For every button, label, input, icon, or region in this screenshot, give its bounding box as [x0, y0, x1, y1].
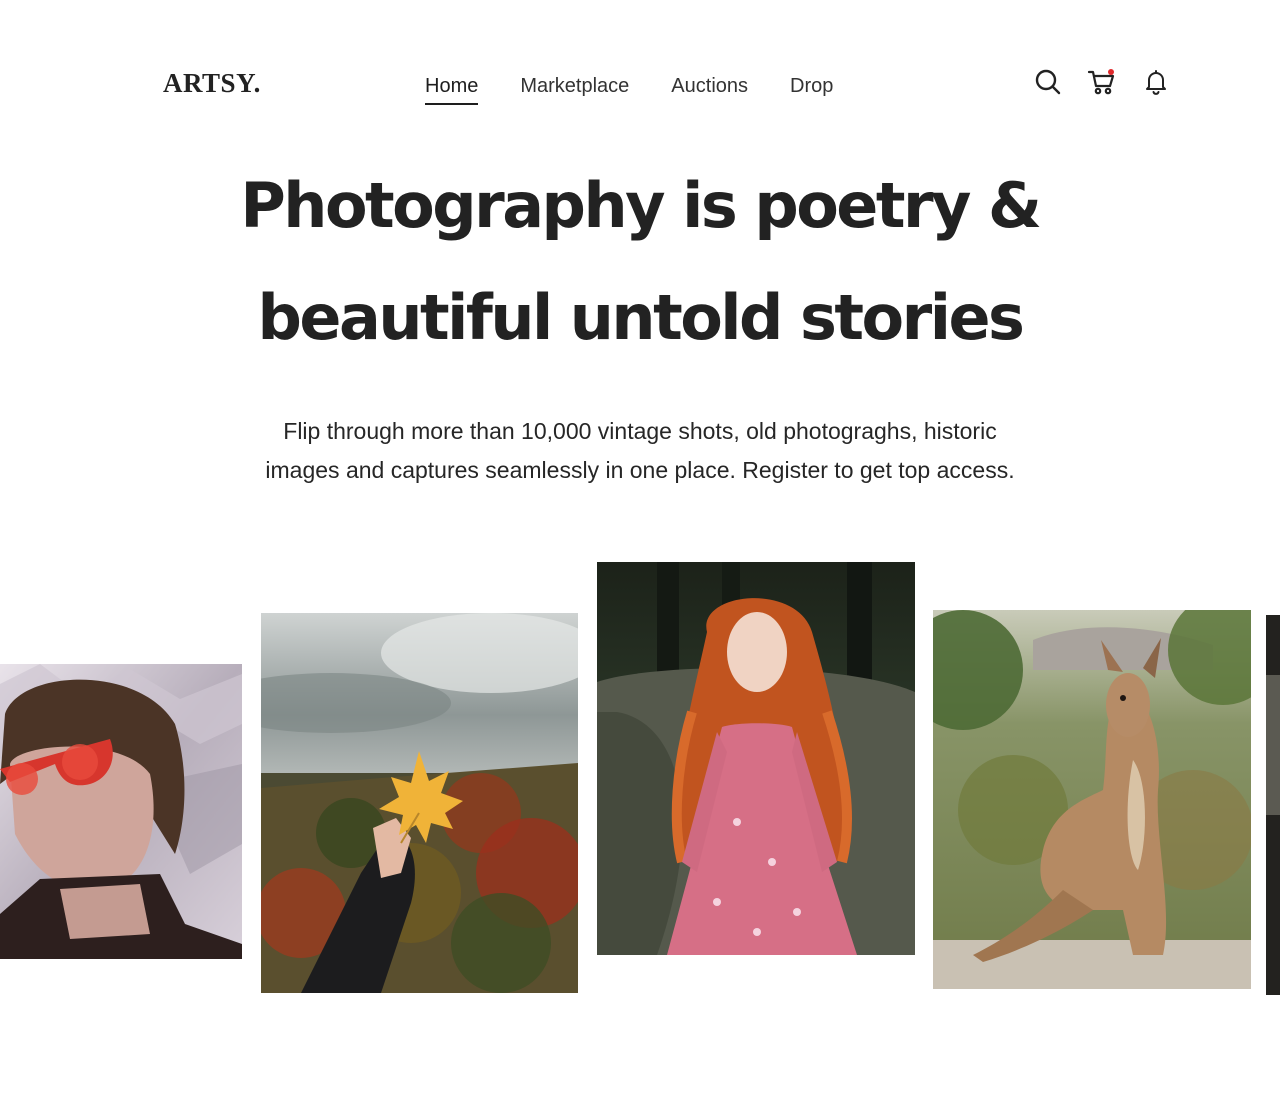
gallery-photo-kangaroo[interactable]: [933, 610, 1251, 989]
gallery-photo-partial[interactable]: [1266, 615, 1280, 995]
nav-item-marketplace[interactable]: Marketplace: [520, 73, 629, 105]
hero-subtitle-line-2: images and captures seamlessly in one pl…: [265, 457, 1015, 483]
hero-title-line-2: beautiful untold stories: [257, 281, 1025, 354]
nav-item-auctions[interactable]: Auctions: [671, 73, 748, 105]
hero-title: Photography is poetry & beautiful untold…: [0, 150, 1280, 374]
main-nav: Home Marketplace Auctions Drop: [425, 73, 875, 105]
gallery-photo-person-sunglasses[interactable]: [0, 664, 242, 959]
gallery-photo-maple-leaf[interactable]: [261, 613, 578, 993]
header-actions: [1032, 66, 1172, 98]
hero-subtitle-line-1: Flip through more than 10,000 vintage sh…: [283, 418, 997, 444]
search-icon[interactable]: [1032, 66, 1064, 98]
bell-icon[interactable]: [1140, 66, 1172, 98]
nav-item-drop[interactable]: Drop: [790, 73, 833, 105]
cart-notification-dot: [1108, 69, 1114, 75]
landing-page: ARTSY. Home Marketplace Auctions Drop Ph…: [0, 0, 1280, 1117]
nav-item-home[interactable]: Home: [425, 73, 479, 105]
hero-title-line-1: Photography is poetry &: [240, 169, 1042, 242]
cart-icon[interactable]: [1086, 66, 1118, 98]
logo[interactable]: ARTSY.: [163, 68, 261, 99]
gallery-photo-redhead-woman[interactable]: [597, 562, 915, 955]
hero-subtitle: Flip through more than 10,000 vintage sh…: [0, 412, 1280, 490]
